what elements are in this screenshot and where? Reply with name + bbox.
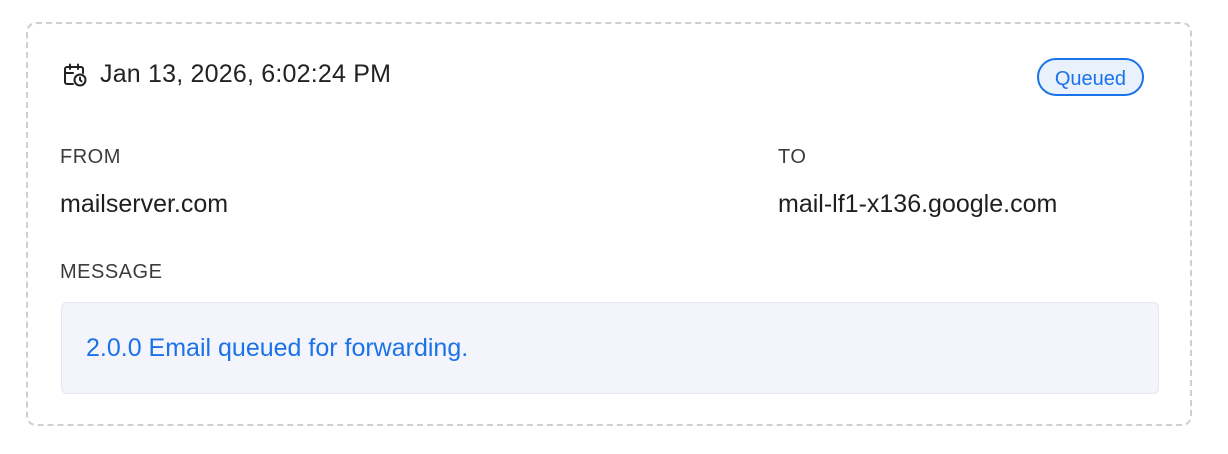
status-badge: Queued	[1036, 58, 1144, 96]
to-value: mail-lf1-x136.google.com	[778, 190, 1058, 218]
log-entry-card: Jan 13, 2026, 6:02:24 PM Queued FROM mai…	[26, 22, 1192, 426]
message-box: 2.0.0 Email queued for forwarding.	[61, 302, 1159, 394]
from-label: FROM	[60, 146, 121, 168]
entry-header: Jan 13, 2026, 6:02:24 PM	[62, 60, 391, 89]
message-label: MESSAGE	[60, 261, 163, 283]
calendar-clock-icon	[62, 62, 88, 88]
message-text: 2.0.0 Email queued for forwarding.	[86, 333, 469, 362]
timestamp: Jan 13, 2026, 6:02:24 PM	[100, 60, 392, 88]
to-label: TO	[778, 146, 807, 168]
from-value: mailserver.com	[60, 190, 229, 218]
